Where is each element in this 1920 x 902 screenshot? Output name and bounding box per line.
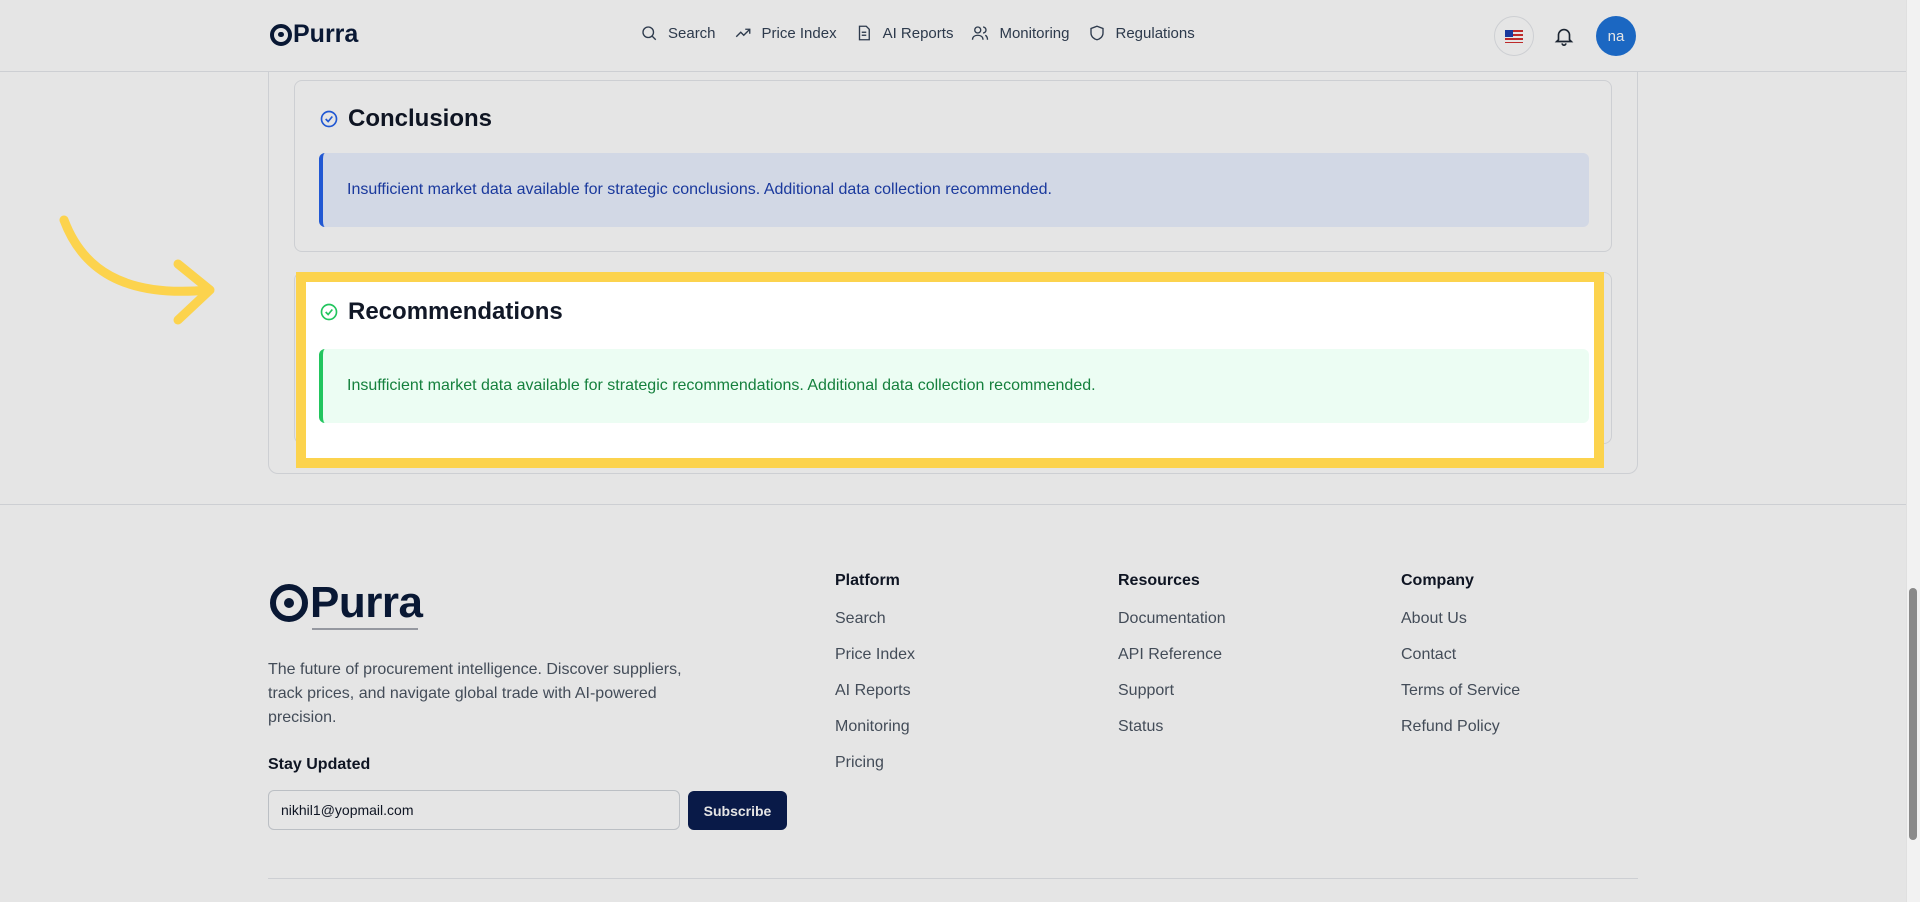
recommendations-heading: Recommendations (319, 298, 563, 326)
check-circle-icon (320, 303, 338, 321)
recommendations-text: Insufficient market data available for s… (347, 377, 1096, 394)
recommendations-message: Insufficient market data available for s… (319, 349, 1589, 423)
curved-arrow-icon (59, 215, 215, 325)
section-divider (306, 458, 1594, 459)
recommendations-highlight: Recommendations Insufficient market data… (296, 272, 1604, 468)
recommendations-title: Recommendations (348, 298, 563, 325)
scrollbar-thumb[interactable] (1909, 588, 1917, 840)
